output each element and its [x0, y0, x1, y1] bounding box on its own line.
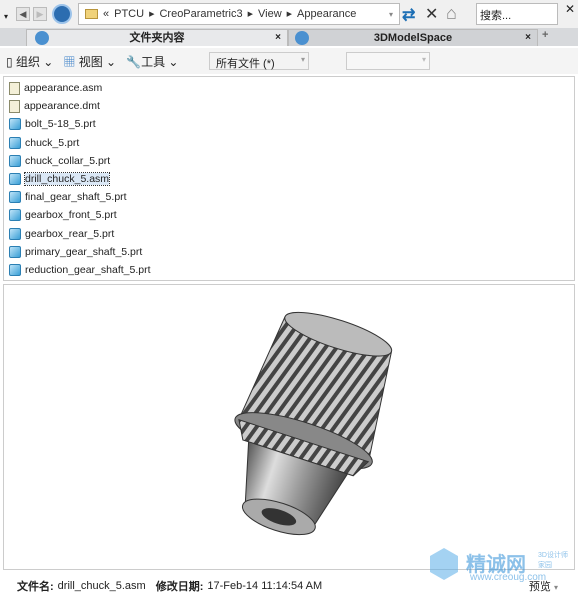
file-name: drill_chuck_5.asm	[23, 172, 111, 186]
file-list-item[interactable]: gearbox_front_5.prt	[9, 207, 117, 223]
part-icon	[9, 209, 21, 222]
part-icon	[9, 264, 21, 276]
part-icon	[9, 154, 21, 167]
tools-label: 工具	[141, 54, 166, 69]
tab-folder-contents[interactable]: 文件夹内容 ×	[26, 29, 288, 46]
secondary-filter[interactable]: ▾	[346, 52, 430, 70]
tab-label: 文件夹内容	[129, 32, 185, 44]
file-list-item[interactable]: reduction_gear_shaft_5.prt	[9, 262, 151, 278]
file-list-item[interactable]: bolt_5-18_5.prt	[9, 116, 96, 132]
tab-bar: 文件夹内容 × 3DModelSpace × +	[0, 28, 578, 46]
home-icon[interactable]: ⌂	[446, 3, 457, 24]
organize-menu[interactable]: ▯ 组织 ⌄	[6, 53, 53, 70]
tools-icon: 🔧	[126, 54, 142, 69]
filter-value: 所有文件 (*)	[216, 58, 275, 70]
drill-chuck-model	[234, 311, 393, 536]
address-bar[interactable]: « PTCU ▶ CreoParametric3 ▶ View ▶ Appearanc…	[78, 3, 400, 25]
model-preview	[3, 284, 575, 570]
file-name: chuck_collar_5.prt	[25, 154, 111, 167]
filename-label: 文件名:	[17, 581, 54, 593]
file-type-filter[interactable]: 所有文件 (*) ▾	[209, 52, 309, 70]
part-icon	[9, 136, 21, 149]
search-input[interactable]: 搜索...	[476, 3, 558, 25]
file-list-item[interactable]: appearance.dmt	[9, 98, 100, 114]
close-tab-button[interactable]: ×	[275, 30, 281, 46]
tools-menu[interactable]: 🔧工具 ⌄	[126, 53, 178, 70]
breadcrumb-view[interactable]: View	[258, 8, 282, 20]
file-name: reduction_gear_shaft_5.prt	[25, 264, 151, 276]
file-list-item[interactable]: gearbox_rear_5.prt	[9, 226, 114, 242]
browser-icon	[295, 31, 309, 45]
history-icon[interactable]	[52, 4, 72, 24]
forward-button[interactable]: ▶	[33, 7, 47, 21]
document-icon	[9, 99, 20, 113]
file-list-item[interactable]: chuck_5.prt	[9, 135, 79, 151]
file-name: appearance.dmt	[24, 100, 100, 113]
part-icon	[9, 118, 21, 131]
close-window-button[interactable]: ✕	[565, 2, 575, 16]
back-button[interactable]: ◀	[16, 7, 30, 21]
stop-icon[interactable]: ✕	[425, 4, 438, 24]
file-list-item[interactable]: drill_chuck_5.asm	[9, 171, 111, 187]
browser-icon	[35, 31, 49, 45]
navigation-bar: ▾ ◀ ▶ « PTCU ▶ CreoParametric3 ▶ View ▶ App…	[0, 0, 578, 28]
path-overflow[interactable]: «	[103, 8, 109, 20]
assembly-icon	[9, 173, 21, 185]
view-grid-icon: ▦	[63, 54, 76, 69]
new-tab-button[interactable]: +	[542, 29, 548, 41]
part-icon	[9, 227, 21, 240]
tab-3dmodelspace[interactable]: 3DModelSpace ×	[288, 29, 538, 46]
file-list-item[interactable]: chuck_collar_5.prt	[9, 153, 110, 169]
file-name: final_gear_shaft_5.prt	[25, 191, 127, 204]
file-list-item[interactable]: final_gear_shaft_5.prt	[9, 189, 127, 205]
folder-icon	[85, 9, 98, 19]
address-dropdown-icon[interactable]: ▾	[389, 10, 393, 19]
tab-label: 3DModelSpace	[373, 32, 453, 44]
dropdown-arrow-icon[interactable]: ▾	[4, 12, 8, 21]
organize-label: 组织	[15, 54, 40, 69]
breadcrumb-ptcu[interactable]: PTCU	[114, 8, 144, 20]
refresh-icon[interactable]: ⇄	[402, 5, 415, 25]
file-list-item[interactable]: primary_gear_shaft_5.prt	[9, 244, 142, 260]
file-name: bolt_5-18_5.prt	[25, 118, 96, 131]
close-tab-button[interactable]: ×	[525, 30, 531, 46]
breadcrumb-creoparametric3[interactable]: CreoParametric3	[159, 8, 242, 20]
view-menu[interactable]: ▦ 视图 ⌄	[63, 53, 116, 70]
file-name: chuck_5.prt	[25, 136, 80, 149]
file-name: appearance.asm	[24, 82, 103, 94]
filename-value: drill_chuck_5.asm	[57, 580, 146, 592]
view-label: 视图	[78, 54, 103, 69]
file-list: appearance.asm appearance.dmt bolt_5-18_5.…	[3, 76, 575, 281]
part-icon	[9, 191, 21, 204]
file-name: primary_gear_shaft_5.prt	[25, 245, 143, 258]
watermark-sub: 3D设计师家园	[538, 552, 568, 569]
modified-label: 修改日期:	[155, 581, 204, 593]
file-name: gearbox_front_5.prt	[25, 209, 117, 222]
file-name: gearbox_rear_5.prt	[25, 227, 115, 240]
file-list-item[interactable]: appearance.asm	[9, 80, 102, 96]
breadcrumb-appearance[interactable]: Appearance	[297, 8, 356, 20]
watermark-url: www.creoug.com	[470, 572, 547, 583]
document-icon	[9, 81, 20, 95]
part-icon	[9, 245, 21, 258]
modified-value: 17-Feb-14 11:14:54 AM	[207, 580, 323, 592]
